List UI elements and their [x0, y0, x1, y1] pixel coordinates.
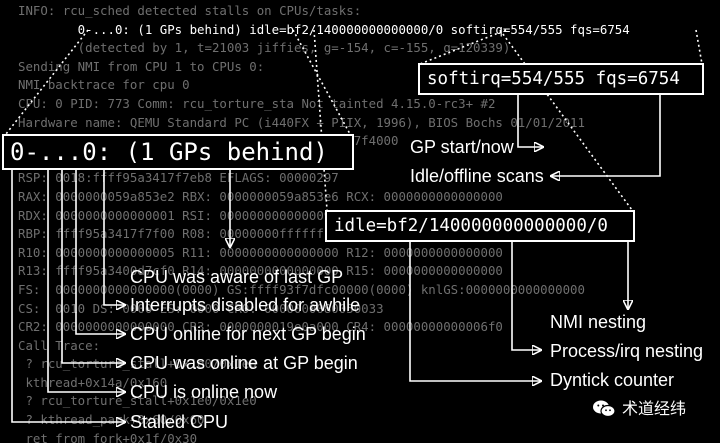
zoom-line-softirq-right — [695, 29, 703, 65]
wechat-icon — [593, 400, 616, 418]
label-online-now: CPU is online now — [130, 382, 278, 402]
label-online-next-gp: CPU online for next GP begin — [130, 324, 366, 344]
diagram-canvas: INFO: rcu_sched detected stalls on CPUs/… — [0, 0, 720, 443]
arrow-dyntick-counter — [409, 242, 540, 381]
zoom-line-gp-left — [5, 29, 89, 135]
label-gp-start-now: GP start/now — [410, 137, 514, 157]
arrow-online-next-gp — [75, 170, 124, 334]
label-nmi-nesting: NMI nesting — [550, 312, 647, 332]
label-stalled-cpu: Stalled CPU — [130, 412, 229, 432]
label-dyntick-counter: Dyntick counter — [550, 370, 675, 390]
zoom-line-idle-left — [313, 29, 328, 211]
arrow-stalled-cpu — [11, 170, 124, 422]
arrow-idle-offline-scans — [552, 95, 661, 176]
arrow-process-irq-nesting — [511, 242, 540, 350]
label-online-at-gp: CPU was online at GP begin — [130, 353, 358, 373]
arrow-gp-start-now — [517, 95, 542, 147]
callout-gp-behind: 0-...0: (1 GPs behind) — [2, 134, 354, 170]
callout-idle: idle=bf2/140000000000000/0 — [325, 210, 635, 242]
label-process-irq-nesting: Process/irq nesting — [550, 341, 704, 361]
watermark: 术道经纬 — [592, 398, 686, 420]
zoom-line-gp-right — [292, 29, 351, 135]
arrow-irq-disabled — [103, 170, 124, 305]
label-irq-disabled: Interrupts disabled for awhile — [130, 295, 361, 315]
watermark-text: 术道经纬 — [622, 399, 687, 418]
arrow-online-now — [47, 170, 124, 392]
callout-softirq: softirq=554/555 fqs=6754 — [418, 63, 704, 95]
label-aware-last-gp: CPU was aware of last GP — [130, 267, 344, 287]
zoom-line-softirq-left — [419, 29, 507, 65]
label-idle-offline-scans: Idle/offline scans — [410, 166, 544, 186]
